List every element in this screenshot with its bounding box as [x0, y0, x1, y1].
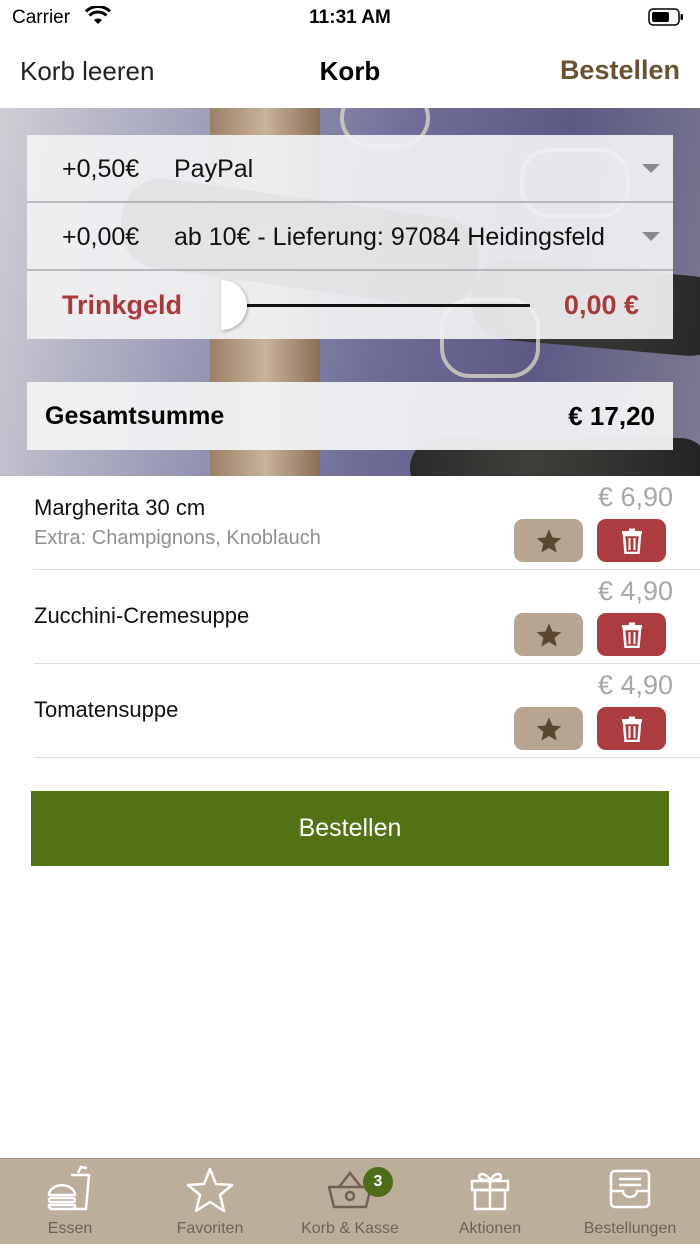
tab-bar: Essen Favoriten 3 Korb & Kasse Aktionen [0, 1158, 700, 1244]
delivery-option-select[interactable]: +0,00€ ab 10€ - Lieferung: 97084 Heiding… [27, 203, 673, 271]
tab-korb-kasse[interactable]: 3 Korb & Kasse [280, 1159, 420, 1244]
header-background-image: +0,50€ PayPal +0,00€ ab 10€ - Lieferung:… [0, 108, 700, 476]
inbox-icon [609, 1169, 651, 1209]
star-icon [536, 528, 561, 553]
tab-label: Aktionen [458, 1220, 522, 1237]
total-row: Gesamtsumme € 17,20 [27, 382, 673, 450]
battery-icon [648, 8, 683, 26]
star-icon [536, 622, 561, 647]
tab-aktionen[interactable]: Aktionen [420, 1159, 560, 1244]
delivery-fee: +0,00€ [62, 223, 140, 251]
total-label: Gesamtsumme [45, 402, 225, 430]
trash-icon [621, 622, 642, 648]
tab-essen[interactable]: Essen [0, 1159, 140, 1244]
status-bar: Carrier 11:31 AM [0, 0, 700, 40]
item-price: € 4,90 [597, 670, 673, 700]
cart-item: Zucchini-Cremesuppe € 4,90 [34, 570, 700, 664]
trash-icon [621, 528, 642, 554]
tip-slider-thumb[interactable] [221, 280, 247, 330]
total-value: € 17,20 [568, 401, 655, 431]
item-name: Tomatensuppe [34, 697, 179, 722]
order-nav-button[interactable]: Bestellen [560, 55, 680, 86]
tab-label: Essen [47, 1220, 93, 1237]
tip-label: Trinkgeld [62, 290, 183, 320]
navigation-bar: Korb leeren Korb Bestellen [0, 40, 700, 108]
clock: 11:31 AM [309, 7, 391, 28]
favorite-button[interactable] [514, 519, 583, 562]
delivery-option-label: ab 10€ - Lieferung: 97084 Heidingsfeld [174, 223, 605, 251]
tab-favoriten[interactable]: Favoriten [140, 1159, 280, 1244]
empty-cart-button[interactable]: Korb leeren [20, 56, 154, 87]
favorite-button[interactable] [514, 613, 583, 656]
star-icon [536, 716, 561, 741]
tip-slider-track[interactable] [235, 304, 530, 307]
dropdown-caret-icon [642, 232, 660, 241]
tab-bestellungen[interactable]: Bestellungen [560, 1159, 700, 1244]
delete-button[interactable] [597, 519, 666, 562]
tab-label: Bestellungen [583, 1220, 677, 1237]
favorite-button[interactable] [514, 707, 583, 750]
item-name: Margherita 30 cm [34, 495, 206, 520]
payment-method-label: PayPal [174, 155, 254, 183]
options-panel: +0,50€ PayPal +0,00€ ab 10€ - Lieferung:… [27, 135, 673, 339]
trash-icon [621, 716, 642, 742]
cart-count-badge: 3 [363, 1167, 393, 1197]
gift-icon [470, 1172, 510, 1211]
tab-label: Korb & Kasse [301, 1220, 399, 1237]
payment-method-select[interactable]: +0,50€ PayPal [27, 135, 673, 203]
food-icon [47, 1165, 91, 1211]
cart-item: Tomatensuppe € 4,90 [34, 664, 700, 758]
star-icon [186, 1167, 234, 1213]
item-extras: Extra: Champignons, Knoblauch [34, 527, 321, 549]
delete-button[interactable] [597, 707, 666, 750]
cart-item-list: Margherita 30 cm Extra: Champignons, Kno… [0, 476, 700, 758]
tab-label: Favoriten [176, 1220, 244, 1237]
item-name: Zucchini-Cremesuppe [34, 603, 250, 628]
item-price: € 6,90 [597, 482, 673, 512]
cart-item: Margherita 30 cm Extra: Champignons, Kno… [34, 476, 700, 570]
item-price: € 4,90 [597, 576, 673, 606]
order-button[interactable]: Bestellen [31, 791, 669, 866]
tip-row: Trinkgeld 0,00 € [27, 271, 673, 339]
tip-value: 0,00 € [563, 290, 639, 320]
payment-fee: +0,50€ [62, 155, 140, 183]
delete-button[interactable] [597, 613, 666, 656]
dropdown-caret-icon [642, 164, 660, 173]
